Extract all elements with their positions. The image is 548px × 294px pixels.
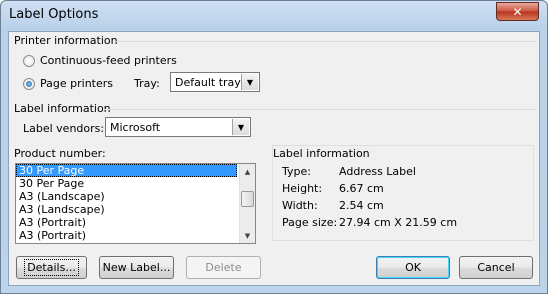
label-info-heading: Label information (14, 102, 111, 115)
label-vendors-value: Microsoft (110, 121, 161, 134)
dialog-client-area: Printer information Continuous-feed prin… (8, 31, 540, 286)
scroll-thumb[interactable] (241, 191, 254, 207)
details-key: Height: (282, 182, 323, 195)
chevron-down-icon[interactable]: ▼ (232, 119, 249, 135)
label-vendors-label: Label vendors: (23, 122, 105, 135)
list-item[interactable]: 30 Per Page (16, 177, 255, 190)
tray-label: Tray: (134, 77, 160, 90)
list-item[interactable]: A3 (Portrait) (16, 229, 255, 242)
details-value: 6.67 cm (339, 182, 384, 195)
chevron-down-icon[interactable]: ▼ (241, 74, 258, 90)
printer-info-heading: Printer information (14, 34, 118, 47)
divider (116, 41, 536, 42)
continuous-feed-label: Continuous-feed printers (40, 54, 177, 67)
details-row: Width: 2.54 cm (282, 199, 384, 212)
window-title: Label Options (9, 7, 99, 22)
details-value: Address Label (339, 165, 416, 178)
details-heading: Label information (273, 147, 370, 160)
radio-button-icon[interactable] (23, 54, 35, 67)
product-number-heading: Product number: (14, 147, 106, 160)
details-button-label: Details... (24, 259, 79, 276)
label-options-window: Label Options ✕ Printer information Cont… (0, 0, 548, 294)
product-number-list[interactable]: 30 Per Page 30 Per Page A3 (Landscape) A3 (… (15, 163, 256, 244)
close-button[interactable]: ✕ (496, 2, 539, 21)
radio-button-checked-icon[interactable] (23, 77, 35, 90)
list-scrollbar[interactable]: ▲ ▼ (239, 164, 255, 243)
details-value: 2.54 cm (339, 199, 384, 212)
details-button[interactable]: Details... (16, 256, 87, 279)
scroll-down-icon[interactable]: ▼ (240, 228, 255, 243)
list-item[interactable]: 30 Per Page (16, 164, 237, 177)
continuous-feed-radio[interactable]: Continuous-feed printers (23, 54, 177, 67)
delete-button[interactable]: Delete (186, 256, 261, 279)
cancel-button[interactable]: Cancel (459, 256, 533, 279)
scroll-up-icon[interactable]: ▲ (240, 164, 255, 179)
ok-button[interactable]: OK (376, 256, 450, 279)
divider (104, 109, 536, 110)
delete-button-label: Delete (205, 261, 242, 274)
details-key: Page size: (282, 216, 338, 229)
close-icon: ✕ (512, 4, 523, 19)
page-printers-radio[interactable]: Page printers (23, 77, 113, 90)
product-list-items: 30 Per Page 30 Per Page A3 (Landscape) A3 (… (16, 164, 255, 242)
details-row: Type: Address Label (282, 165, 416, 178)
details-row: Page size: 27.94 cm X 21.59 cm (282, 216, 457, 229)
title-bar[interactable]: Label Options ✕ (1, 1, 547, 31)
new-label-button-label: New Label... (102, 261, 171, 274)
label-vendors-dropdown[interactable]: Microsoft ▼ (105, 117, 251, 137)
new-label-button[interactable]: New Label... (99, 256, 174, 279)
tray-dropdown[interactable]: Default tray ▼ (170, 72, 260, 92)
details-row: Height: 6.67 cm (282, 182, 384, 195)
details-value: 27.94 cm X 21.59 cm (339, 216, 458, 229)
cancel-button-label: Cancel (477, 261, 515, 274)
list-item[interactable]: A3 (Landscape) (16, 190, 255, 203)
details-key: Type: (282, 165, 311, 178)
list-item[interactable]: A3 (Portrait) (16, 216, 255, 229)
details-key: Width: (282, 199, 318, 212)
tray-value: Default tray (175, 76, 241, 89)
page-printers-label: Page printers (40, 77, 113, 90)
list-item[interactable]: A3 (Landscape) (16, 203, 255, 216)
label-details-panel: Label information Type: Address Label Heig… (272, 145, 534, 241)
ok-button-label: OK (405, 261, 421, 274)
